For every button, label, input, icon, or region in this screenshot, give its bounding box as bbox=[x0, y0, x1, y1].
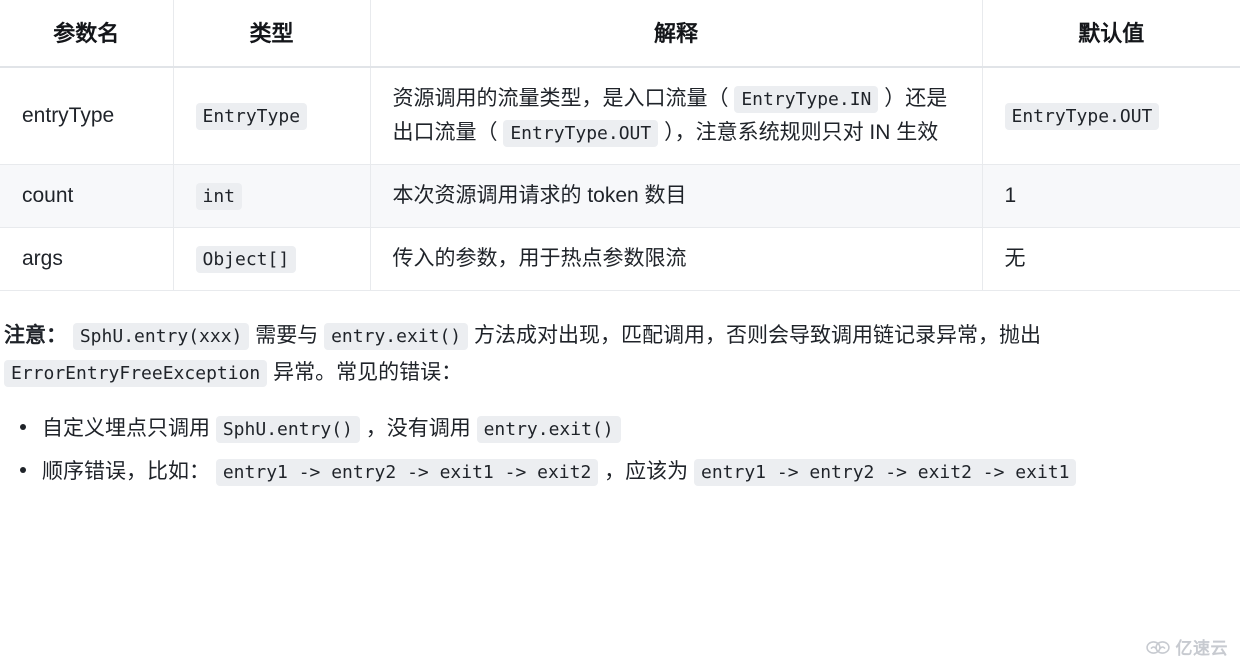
inline-code: entry.exit() bbox=[476, 415, 621, 443]
inline-code: entry.exit() bbox=[324, 323, 469, 351]
inline-code: entry1 -> entry2 -> exit1 -> exit2 bbox=[215, 459, 599, 487]
cell-param-description: 本次资源调用请求的 token 数目 bbox=[370, 164, 983, 229]
inline-code: int bbox=[195, 183, 243, 211]
table-row: count int 本次资源调用请求的 token 数目 1 bbox=[0, 164, 1240, 229]
column-header-default: 默认值 bbox=[982, 0, 1240, 68]
column-header-type: 类型 bbox=[173, 0, 371, 68]
inline-code: entry1 -> entry2 -> exit2 -> exit1 bbox=[694, 459, 1077, 487]
note-label: 注意： bbox=[4, 324, 67, 348]
inline-code: SphU.entry() bbox=[215, 415, 360, 443]
inline-code: EntryType.OUT bbox=[503, 120, 659, 148]
cell-param-type: EntryType bbox=[173, 67, 371, 166]
inline-code: EntryType.IN bbox=[734, 86, 879, 113]
inline-code: EntryType bbox=[195, 103, 308, 130]
list-item: 顺序错误，比如： entry1 -> entry2 -> exit1 -> ex… bbox=[20, 453, 1232, 490]
cell-param-name: args bbox=[0, 227, 174, 292]
cell-param-default: 1 bbox=[982, 164, 1240, 229]
inline-code: Object[] bbox=[195, 246, 297, 274]
cell-param-type: Object[] bbox=[173, 227, 371, 292]
cell-param-name: entryType bbox=[0, 67, 174, 166]
common-errors-list: 自定义埋点只调用 SphU.entry() ，没有调用 entry.exit()… bbox=[0, 410, 1240, 491]
table-header-row: 参数名 类型 解释 默认值 bbox=[0, 0, 1240, 68]
cell-param-description: 传入的参数，用于热点参数限流 bbox=[370, 227, 983, 292]
parameter-table: 参数名 类型 解释 默认值 entryType EntryType 资源调用的流量类… bbox=[0, 0, 1240, 292]
table-body: entryType EntryType 资源调用的流量类型，是入口流量（ Entry… bbox=[0, 67, 1240, 292]
watermark-text: 亿速云 bbox=[1175, 639, 1228, 658]
column-header-description: 解释 bbox=[370, 0, 983, 68]
list-item: 自定义埋点只调用 SphU.entry() ，没有调用 entry.exit() bbox=[20, 410, 1232, 447]
cell-param-default: 无 bbox=[982, 227, 1240, 292]
cloud-icon bbox=[1145, 639, 1172, 655]
cell-param-type: int bbox=[173, 164, 371, 229]
cell-param-name: count bbox=[0, 164, 174, 229]
document-page: 参数名 类型 解释 默认值 entryType EntryType 资源调用的流量类… bbox=[0, 0, 1240, 667]
note-paragraph: 注意： SphU.entry(xxx) 需要与 entry.exit() 方法成… bbox=[0, 317, 1240, 392]
inline-code: ErrorEntryFreeException bbox=[4, 360, 268, 388]
watermark: 亿速云 bbox=[1145, 634, 1229, 659]
table-row: entryType EntryType 资源调用的流量类型，是入口流量（ Entry… bbox=[0, 67, 1240, 166]
inline-code: SphU.entry(xxx) bbox=[72, 323, 250, 351]
cell-param-description: 资源调用的流量类型，是入口流量（ EntryType.IN ）还是出口流量（ E… bbox=[370, 67, 983, 166]
inline-code: EntryType.OUT bbox=[1004, 103, 1160, 130]
table-row: args Object[] 传入的参数，用于热点参数限流无 bbox=[0, 227, 1240, 292]
table-header: 参数名 类型 解释 默认值 bbox=[0, 0, 1240, 68]
column-header-param-name: 参数名 bbox=[0, 0, 174, 68]
cell-param-default: EntryType.OUT bbox=[982, 67, 1240, 166]
